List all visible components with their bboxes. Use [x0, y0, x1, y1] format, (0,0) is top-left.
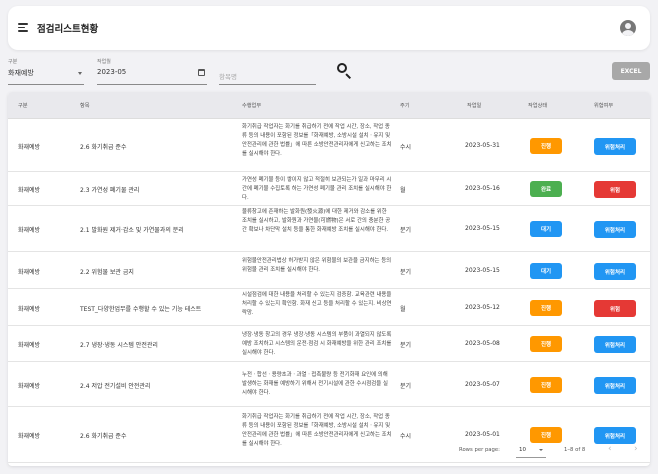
risk-button[interactable]: 위험처리 — [594, 263, 636, 280]
prev-page-icon[interactable]: ‹ — [608, 444, 612, 454]
row-cycle: 수시 — [400, 144, 412, 151]
risk-button[interactable]: 위험처리 — [594, 377, 636, 394]
status-badge: 완료 — [530, 181, 562, 197]
status-badge: 진행 — [530, 377, 562, 393]
header-risk: 위험여부 — [594, 103, 614, 109]
row-item: 2.1 발화원 제거·감소 및 가연물과의 분리 — [80, 227, 184, 234]
next-page-icon[interactable]: › — [634, 444, 638, 454]
table-row[interactable]: 화재예방 2.4 저압 전기설비 안전관리 누전ㆍ합선ㆍ용량초과ㆍ과열ㆍ접촉불량 등… — [8, 362, 650, 407]
header-item: 항목 — [80, 103, 90, 109]
chevron-down-icon — [78, 72, 82, 75]
row-category: 화재예방 — [18, 187, 41, 194]
risk-button[interactable]: 위험처리 — [594, 221, 636, 238]
row-category: 화재예방 — [18, 383, 41, 390]
risk-button[interactable]: 위험 — [594, 181, 636, 198]
row-task: 가연성 폐기물 등이 쌓이지 않고 적절히 보관되는가 일과 마무리 시간에 폐… — [242, 177, 392, 201]
date-field[interactable]: 작업월 2023-05 — [97, 58, 207, 85]
rows-per-page-select[interactable]: 10 — [519, 447, 526, 453]
row-cycle: 분기 — [400, 227, 412, 234]
row-item: TEST_다양한업무를 수행할 수 있는 기능 테스트 — [80, 306, 202, 313]
header-cycle: 주기 — [400, 103, 410, 109]
row-cycle: 월 — [400, 306, 406, 313]
row-date: 2023-05-12 — [465, 304, 500, 311]
table-row[interactable]: 화재예방 TEST_다양한업무를 수행할 수 있는 기능 테스트 시설점검에 대한 … — [8, 289, 650, 326]
checklist-table: 구분 항목 수행업무 주기 작업일 작업상태 위험여부 화재예방 2.6 화기취급… — [8, 92, 650, 466]
table-row[interactable]: 화재예방 2.3 가연성 폐기물 관리 가연성 폐기물 등이 쌓이지 않고 적절히 … — [8, 172, 650, 206]
row-category: 화재예방 — [18, 269, 41, 276]
status-badge: 대기 — [530, 263, 562, 279]
table-row[interactable]: 화재예방 2.6 화기취급 준수 화기취급 작업자는 화기를 취급하기 전에 작업 … — [8, 119, 650, 172]
excel-button[interactable]: EXCEL — [612, 62, 650, 80]
menu-icon[interactable] — [18, 23, 28, 32]
table-row[interactable]: 화재예방 2.7 냉장·냉동 시스템 안전관리 냉장·냉동 창고의 경우 냉장·냉동… — [8, 326, 650, 362]
table-row[interactable]: 화재예방 2.1 발화원 제거·감소 및 가연물과의 분리 물류창고에 존재하는 발… — [8, 206, 650, 252]
page-title: 점검리스트현황 — [37, 24, 99, 35]
row-task: 냉장·냉동 창고의 경우 냉장·냉동 시스템의 부품이 과열되지 않도록 예방 … — [242, 332, 392, 356]
row-date: 2023-05-15 — [465, 267, 500, 274]
row-item: 2.6 화기취급 준수 — [80, 144, 127, 151]
row-task: 위험물안전관리법상 허가받지 않은 위험물의 보관을 금지하는 등의 위험물 관… — [242, 258, 392, 273]
category-value: 화재예방 — [8, 69, 34, 77]
risk-button[interactable]: 위험 — [594, 300, 636, 317]
status-badge: 진행 — [530, 300, 562, 316]
row-category: 화재예방 — [18, 306, 41, 313]
status-badge: 진행 — [530, 336, 562, 352]
row-date: 2023-05-07 — [465, 381, 500, 388]
row-task: 시설점검에 대한 내용을 처리할 수 있는지 검증함. 교육관련 내용을처리할 … — [242, 292, 392, 316]
rows-per-page-label: Rows per page: — [459, 447, 500, 453]
row-date: 2023-05-16 — [465, 185, 500, 192]
row-date: 2023-05-15 — [465, 225, 500, 232]
row-cycle: 분기 — [400, 342, 412, 349]
row-task: 물류창고에 존재하는 발화원(發火源)에 대한 제거와 감소를 위한 조치를 실… — [242, 209, 391, 233]
date-label: 작업월 — [97, 59, 111, 65]
pagination: Rows per page: 10 1–8 of 8 ‹ › — [8, 436, 650, 466]
risk-button[interactable]: 위험처리 — [594, 336, 636, 353]
row-task: 화기취급 작업자는 화기를 취급하기 전에 작업 시간, 장소, 작업 종류 등… — [242, 124, 392, 157]
search-icon[interactable] — [337, 63, 352, 80]
calendar-icon[interactable] — [198, 69, 205, 76]
table-row[interactable]: 화재예방 2.2 위험물 보관 금지 위험물안전관리법상 허가받지 않은 위험물의 … — [8, 252, 650, 289]
row-item: 2.4 저압 전기설비 안전관리 — [80, 383, 151, 390]
page-range: 1–8 of 8 — [564, 447, 586, 453]
status-badge: 대기 — [530, 221, 562, 237]
header-category: 구분 — [18, 103, 28, 109]
item-placeholder: 항목명 — [219, 73, 237, 81]
row-cycle: 월 — [400, 187, 406, 194]
row-date: 2023-05-08 — [465, 340, 500, 347]
row-item: 2.7 냉장·냉동 시스템 안전관리 — [80, 342, 158, 349]
header-status: 작업상태 — [528, 103, 548, 109]
row-cycle: 분기 — [400, 383, 412, 390]
row-date: 2023-05-31 — [465, 142, 500, 149]
chevron-down-icon[interactable] — [539, 449, 543, 451]
category-select[interactable]: 구분 화재예방 — [8, 58, 84, 85]
header-task: 수행업무 — [242, 103, 262, 109]
row-cycle: 분기 — [400, 269, 412, 276]
row-item: 2.2 위험물 보관 금지 — [80, 269, 134, 276]
account-icon[interactable] — [620, 20, 636, 36]
row-category: 화재예방 — [18, 144, 41, 151]
row-category: 화재예방 — [18, 342, 41, 349]
row-task: 누전ㆍ합선ㆍ용량초과ㆍ과열ㆍ접촉불량 등 전기화재 요인에 의해 발생하는 화재… — [242, 372, 388, 396]
row-category: 화재예방 — [18, 227, 41, 234]
risk-button[interactable]: 위험처리 — [594, 138, 636, 155]
status-badge: 진행 — [530, 138, 562, 154]
header-date: 작업일 — [467, 103, 482, 109]
category-label: 구분 — [8, 59, 18, 65]
row-item: 2.3 가연성 폐기물 관리 — [80, 187, 140, 194]
app-bar: 점검리스트현황 — [8, 6, 650, 50]
table-header: 구분 항목 수행업무 주기 작업일 작업상태 위험여부 — [8, 92, 650, 119]
date-value: 2023-05 — [97, 68, 127, 76]
